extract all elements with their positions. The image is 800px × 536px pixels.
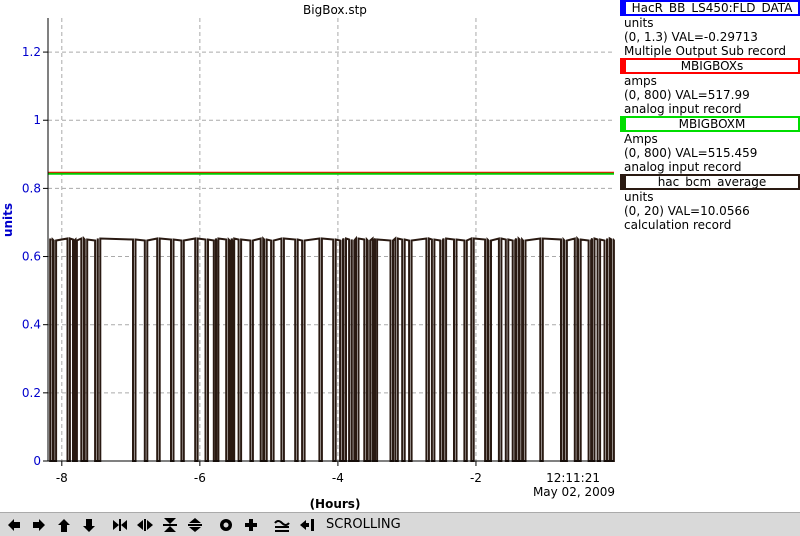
legend-entry-range: (0, 1.3) VAL=-0.29713	[624, 30, 758, 44]
arrow-into-bar-button[interactable]	[296, 515, 318, 535]
series-line-hac-bcm-average	[49, 235, 615, 462]
circle-icon	[220, 518, 232, 531]
legend-entry[interactable]: HacR_BB_LS450:FLD_DATA units (0, 1.3) VAL=…	[620, 0, 800, 58]
arrow-into-bar-icon	[300, 518, 314, 531]
legend-entry-name: HacR_BB_LS450:FLD_DATA	[620, 0, 800, 16]
circle-button[interactable]	[215, 515, 237, 535]
arrow-up-icon	[58, 518, 70, 532]
arrow-left-button[interactable]	[3, 515, 25, 535]
y-tick-label: 0.8	[22, 181, 41, 195]
y-tick-label: 0.2	[22, 386, 41, 400]
plus-button[interactable]	[240, 515, 262, 535]
legend-entry-record: analog input record	[624, 102, 742, 116]
legend-entry-name: hac_bcm_average	[620, 174, 800, 190]
legend-entry-record: analog input record	[624, 160, 742, 174]
legend-entry-name: MBIGBOXM	[620, 116, 800, 132]
x-tick-label: -2	[470, 471, 482, 485]
legend-entry-range: (0, 800) VAL=517.99	[624, 88, 750, 102]
x-axis-label: (Hours)	[310, 497, 361, 511]
legend: HacR_BB_LS450:FLD_DATA units (0, 1.3) VAL=…	[620, 0, 800, 232]
x-tick-label: -8	[56, 471, 68, 485]
date-label: May 02, 2009	[533, 485, 615, 499]
y-axis-label: units	[1, 203, 15, 237]
legend-entry-record: calculation record	[624, 218, 732, 232]
y-tick-label: 0.6	[22, 250, 41, 264]
y-tick-label: 0.4	[22, 318, 41, 332]
legend-entry[interactable]: hac_bcm_average units (0, 20) VAL=10.0566 c…	[620, 174, 800, 232]
legend-entry-range: (0, 20) VAL=10.0566	[624, 204, 750, 218]
legend-entry-record: Multiple Output Sub record	[624, 44, 786, 58]
compress-vertical-button[interactable]	[159, 515, 181, 535]
expand-horizontal-button[interactable]	[134, 515, 156, 535]
expand-vertical-button[interactable]	[184, 515, 206, 535]
legend-entry[interactable]: MBIGBOXM Amps (0, 800) VAL=515.459 analog i…	[620, 116, 800, 174]
scroll-wave-icon	[274, 519, 290, 532]
expand-horizontal-icon	[137, 518, 153, 531]
arrow-down-icon	[83, 518, 95, 532]
legend-entry-name: MBIGBOXs	[620, 58, 800, 74]
compress-horizontal-icon	[113, 518, 127, 531]
expand-vertical-icon	[188, 517, 202, 532]
plus-icon	[245, 518, 257, 531]
time-label: 12:11:21	[546, 471, 600, 485]
scroll-status: SCROLLING	[326, 517, 401, 532]
arrow-up-button[interactable]	[53, 515, 75, 535]
y-tick-label: 0	[33, 454, 41, 468]
legend-entry-units: units	[624, 16, 654, 30]
plot-series	[48, 171, 615, 462]
arrow-right-icon	[33, 518, 45, 531]
strip-chart: 0 0.2 0.4 0.6 0.8 1 1.2 -8 -6 -4 -2 BigBox.stp uni…	[1, 3, 615, 511]
arrow-left-icon	[8, 518, 20, 531]
legend-entry-range: (0, 800) VAL=515.459	[624, 146, 758, 160]
legend-entry-units: amps	[624, 74, 657, 88]
toolbar: SCROLLING	[0, 512, 800, 536]
arrow-right-button[interactable]	[28, 515, 50, 535]
chart-title: BigBox.stp	[303, 3, 367, 17]
x-tick-label: -6	[194, 471, 206, 485]
scroll-wave-button[interactable]	[271, 515, 293, 535]
y-tick-label: 1.2	[22, 45, 41, 59]
compress-horizontal-button[interactable]	[109, 515, 131, 535]
axes	[43, 18, 614, 466]
arrow-down-button[interactable]	[78, 515, 100, 535]
compress-vertical-icon	[163, 517, 177, 532]
legend-entry-units: units	[624, 190, 654, 204]
legend-entry[interactable]: MBIGBOXs amps (0, 800) VAL=517.99 analog in…	[620, 58, 800, 116]
y-tick-label: 1	[33, 113, 41, 127]
legend-entry-units: Amps	[624, 132, 658, 146]
x-tick-label: -4	[332, 471, 344, 485]
